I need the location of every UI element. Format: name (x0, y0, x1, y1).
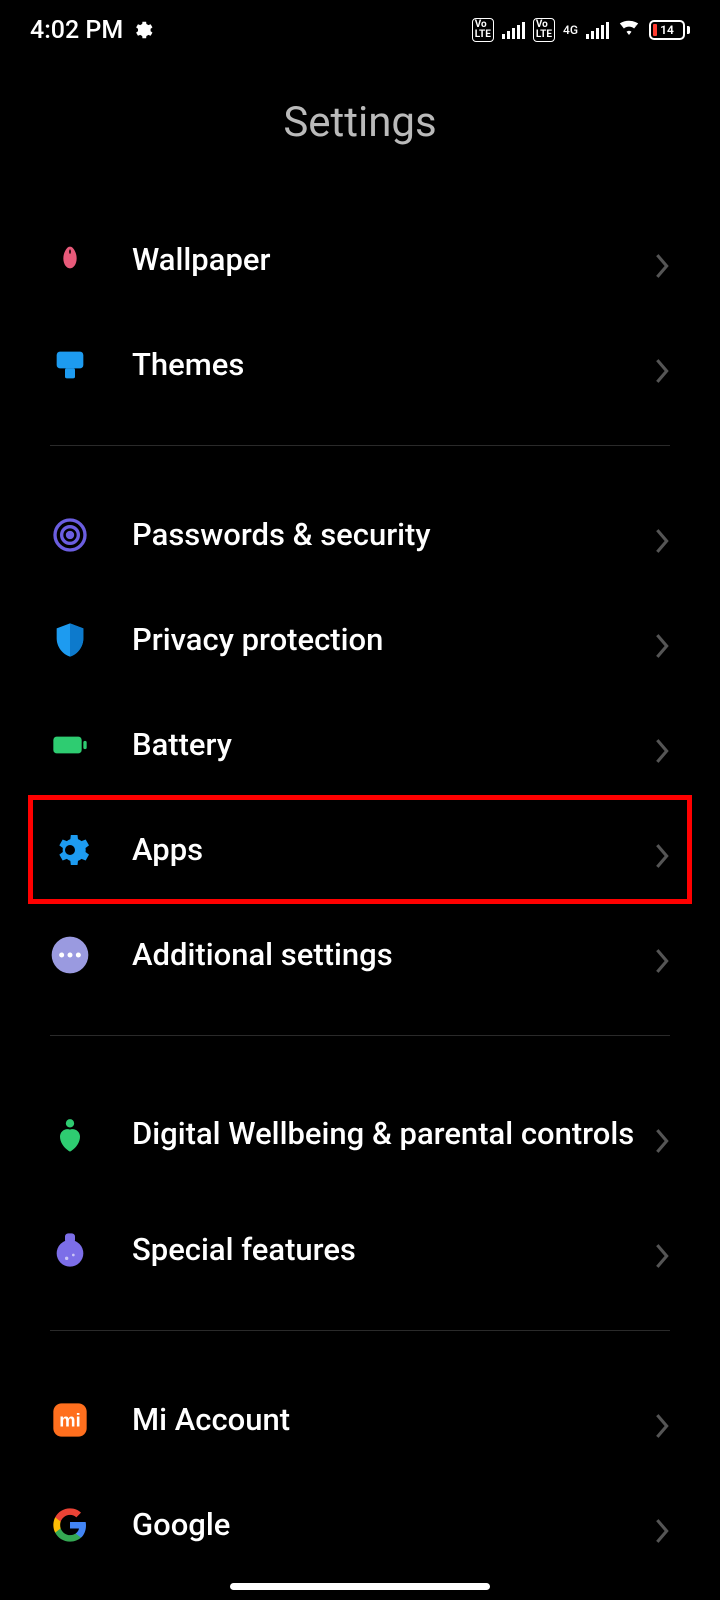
chevron-right-icon (654, 527, 670, 543)
battery-icon (50, 725, 90, 765)
flask-icon (50, 1230, 90, 1270)
wifi-icon (617, 15, 641, 46)
settings-item-apps[interactable]: Apps (50, 797, 670, 902)
volte-icon-2: VoLTE (533, 18, 555, 42)
fingerprint-icon (50, 515, 90, 555)
settings-item-battery[interactable]: Battery (50, 692, 670, 797)
wallpaper-icon (50, 240, 90, 280)
status-bar: 4:02 PM VoLTE VoLTE 4G 14 (0, 0, 720, 60)
chevron-right-icon (654, 1242, 670, 1258)
settings-item-mi-account[interactable]: mi Mi Account (50, 1367, 670, 1472)
chevron-right-icon (654, 737, 670, 753)
signal-icon-1 (502, 21, 525, 39)
settings-item-privacy[interactable]: Privacy protection (50, 587, 670, 692)
nav-handle[interactable] (230, 1583, 490, 1590)
signal-icon-2 (586, 21, 609, 39)
wellbeing-icon (50, 1115, 90, 1155)
volte-icon-1: VoLTE (472, 18, 494, 42)
battery-level: 14 (660, 23, 674, 37)
status-time: 4:02 PM (30, 16, 123, 45)
settings-item-special-features[interactable]: Special features (50, 1197, 670, 1302)
status-left: 4:02 PM (30, 16, 153, 45)
item-label: Passwords & security (132, 516, 654, 553)
status-right: VoLTE VoLTE 4G 14 (472, 15, 690, 46)
item-label: Themes (132, 346, 654, 383)
chevron-right-icon (654, 357, 670, 373)
page-title: Settings (0, 98, 720, 147)
chevron-right-icon (654, 842, 670, 858)
more-icon (50, 935, 90, 975)
apps-cog-icon (50, 830, 90, 870)
chevron-right-icon (654, 947, 670, 963)
svg-text:mi: mi (59, 1409, 80, 1430)
item-label: Wallpaper (132, 241, 654, 278)
settings-item-themes[interactable]: Themes (50, 312, 670, 417)
themes-icon (50, 345, 90, 385)
item-label: Special features (132, 1231, 654, 1268)
settings-list: Wallpaper Themes Passwords & security Pr… (0, 207, 720, 1577)
chevron-right-icon (654, 1517, 670, 1533)
battery-indicator: 14 (649, 20, 690, 40)
divider (50, 1035, 670, 1036)
item-label: Google (132, 1506, 654, 1543)
mi-icon: mi (50, 1400, 90, 1440)
chevron-right-icon (654, 1127, 670, 1143)
chevron-right-icon (654, 252, 670, 268)
chevron-right-icon (654, 632, 670, 648)
item-label: Privacy protection (132, 621, 654, 658)
divider (50, 445, 670, 446)
settings-item-additional[interactable]: Additional settings (50, 902, 670, 1007)
settings-item-google[interactable]: Google (50, 1472, 670, 1577)
google-icon (50, 1505, 90, 1545)
divider (50, 1330, 670, 1331)
item-label: Additional settings (132, 936, 654, 973)
item-label: Digital Wellbeing & parental controls (132, 1114, 654, 1154)
settings-item-digital-wellbeing[interactable]: Digital Wellbeing & parental controls (50, 1072, 670, 1197)
item-label: Apps (132, 831, 654, 868)
shield-icon (50, 620, 90, 660)
gear-icon (131, 19, 153, 41)
settings-item-passwords-security[interactable]: Passwords & security (50, 482, 670, 587)
chevron-right-icon (654, 1412, 670, 1428)
item-label: Battery (132, 726, 654, 763)
settings-item-wallpaper[interactable]: Wallpaper (50, 207, 670, 312)
item-label: Mi Account (132, 1401, 654, 1438)
network-label: 4G (563, 24, 578, 36)
